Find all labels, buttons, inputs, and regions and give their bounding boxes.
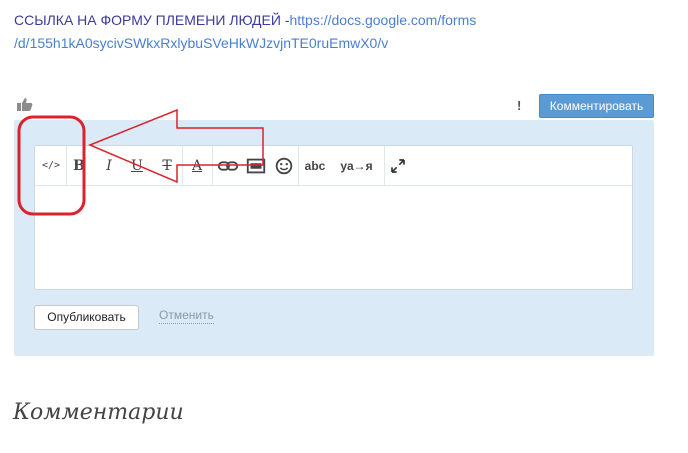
thumbs-up-icon[interactable] (16, 96, 34, 112)
underline-button[interactable]: U (126, 154, 148, 178)
form-link[interactable]: https://docs.google.com/forms (289, 12, 476, 28)
report-icon[interactable]: ! (517, 98, 521, 113)
comment-editor: </> B I U T A abc ya→я (34, 145, 633, 290)
cancel-link[interactable]: Отменить (159, 308, 214, 324)
post-line-1: ССЫЛКА НА ФОРМУ ПЛЕМЕНИ ЛЮДЕЙ -https://d… (14, 9, 674, 32)
comments-heading: Комментарии (13, 400, 184, 425)
post-title: ССЫЛКА НА ФОРМУ ПЛЕМЕНИ ЛЮДЕЙ - (14, 12, 290, 28)
text-color-button[interactable]: A (185, 154, 209, 178)
italic-button[interactable]: I (98, 154, 120, 178)
smile-icon[interactable] (273, 155, 295, 177)
strike-button[interactable]: T (156, 154, 178, 178)
toolbar-divider (298, 146, 299, 185)
spellcheck-button[interactable]: abc (301, 154, 329, 178)
toolbar-divider (66, 146, 67, 185)
expand-icon[interactable] (390, 158, 406, 174)
comment-textarea[interactable] (35, 186, 632, 289)
editor-toolbar: </> B I U T A abc ya→я (35, 146, 632, 186)
toolbar-divider (384, 146, 385, 185)
publish-button[interactable]: Опубликовать (34, 305, 139, 330)
toolbar-divider (212, 146, 213, 185)
comment-button[interactable]: Комментировать (539, 94, 654, 118)
post-line-2: /d/155h1kA0sycivSWkxRxlybuSVeHkWJzvjnTE0… (14, 32, 674, 55)
form-link-continued[interactable]: /d/155h1kA0sycivSWkxRxlybuSVeHkWJzvjnTE0… (14, 35, 388, 51)
post-text: ССЫЛКА НА ФОРМУ ПЛЕМЕНИ ЛЮДЕЙ -https://d… (14, 9, 674, 55)
link-icon[interactable] (217, 155, 239, 177)
bold-button[interactable]: B (68, 154, 90, 178)
translit-button[interactable]: ya→я (334, 154, 379, 178)
code-button[interactable]: </> (38, 154, 64, 178)
image-icon[interactable] (245, 155, 267, 177)
toolbar-divider (182, 146, 183, 185)
